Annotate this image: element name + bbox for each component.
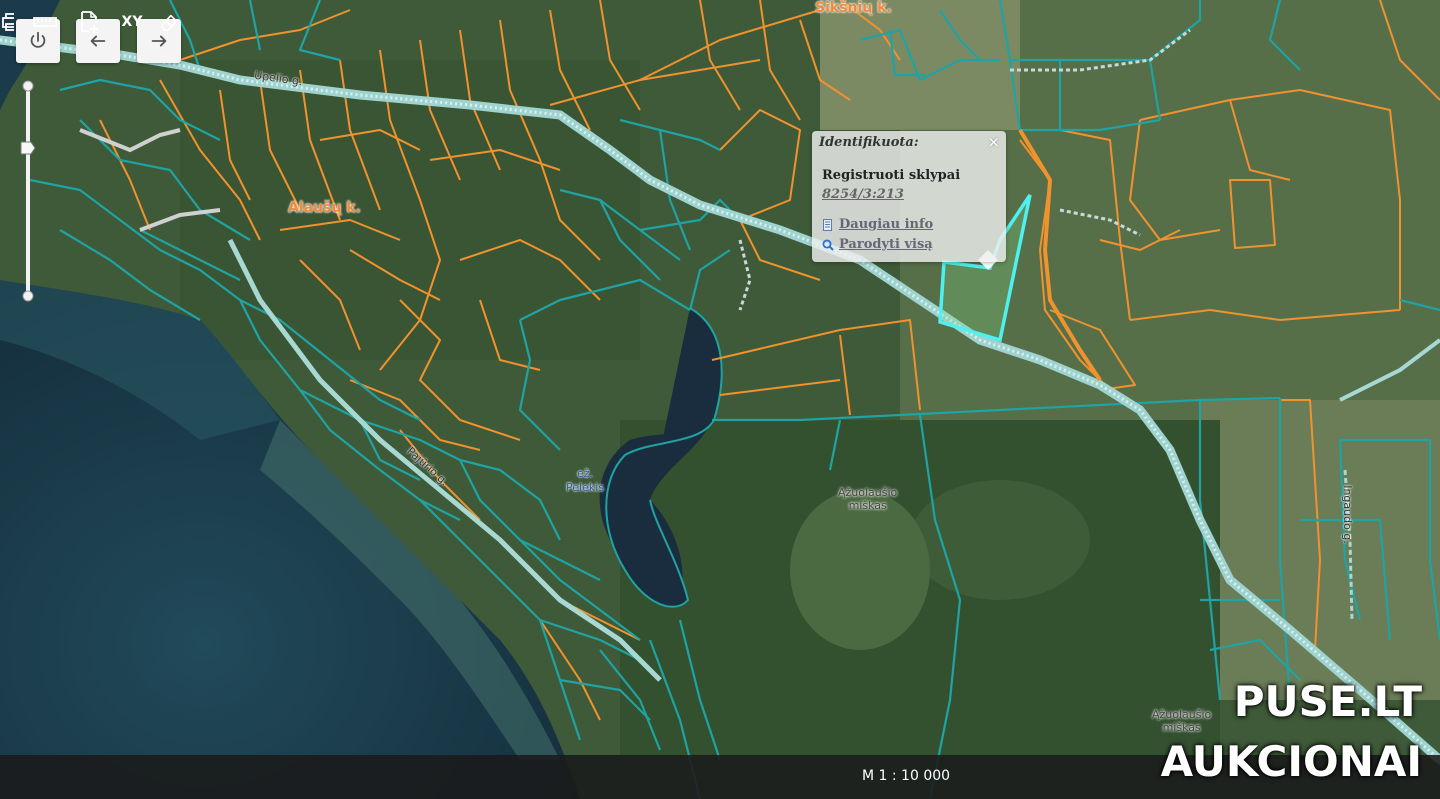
popup-more-info-link[interactable]: Daugiau info	[822, 217, 933, 232]
file-add-icon	[81, 11, 98, 33]
zoom-in-icon	[22, 80, 34, 92]
watermark-line2: AUKCIONAI	[1160, 737, 1422, 786]
popup-title: Identifikuota:	[819, 135, 919, 150]
popup-show-all-link[interactable]: Parodyti visą	[822, 237, 933, 252]
zoom-out-icon	[22, 290, 34, 302]
popup-show-all-label: Parodyti visą	[839, 237, 933, 252]
add-document-button[interactable]	[76, 10, 102, 34]
document-icon	[823, 218, 832, 231]
map-scale: M 1 : 10 000	[862, 768, 951, 784]
map-canvas[interactable]	[0, 0, 1440, 799]
measure-button[interactable]	[32, 10, 58, 34]
print-button[interactable]	[0, 10, 14, 34]
magnifier-icon	[822, 239, 834, 251]
ruler-icon	[33, 17, 57, 27]
popup-layer-name: Registruoti sklypai	[822, 168, 961, 183]
zoom-handle	[20, 141, 36, 155]
popup-more-info-label: Daugiau info	[839, 217, 934, 232]
zoom-slider[interactable]	[18, 78, 38, 302]
eraser-button[interactable]	[158, 10, 180, 34]
watermark-line1: PUSE.LT	[1233, 677, 1422, 726]
coordinates-button[interactable]: XY	[118, 10, 146, 34]
eraser-icon	[160, 14, 178, 32]
popup-close-button[interactable]: ×	[987, 133, 1000, 151]
identify-popup: Identifikuota: × Registruoti sklypai 825…	[812, 131, 1006, 262]
popup-parcel-id-link[interactable]: 8254/3:213	[822, 187, 904, 202]
print-icon	[2, 13, 14, 31]
